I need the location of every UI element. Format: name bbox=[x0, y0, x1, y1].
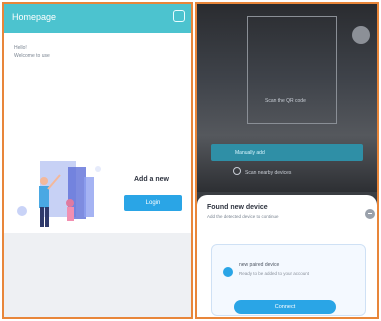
scan-nearby-icon bbox=[233, 167, 241, 175]
scan-frame bbox=[247, 16, 337, 124]
info-line-2: Welcome to use bbox=[14, 53, 50, 59]
scan-nearby-label[interactable]: Scan nearby devices bbox=[245, 170, 291, 176]
settings-icon[interactable] bbox=[173, 10, 185, 22]
close-icon[interactable] bbox=[365, 209, 375, 219]
sheet-subtitle: Add the detected device to continue bbox=[207, 214, 279, 219]
camera-view: Scan the QR code bbox=[197, 4, 377, 192]
illustration-icon bbox=[17, 161, 101, 227]
info-area: Hello! Welcome to use bbox=[4, 33, 191, 153]
login-button[interactable]: Login bbox=[124, 195, 182, 211]
device-description: Ready to be added to your account bbox=[239, 271, 310, 276]
sheet-title: Found new device bbox=[207, 204, 268, 211]
scan-label: Scan the QR code bbox=[265, 98, 306, 104]
scan-screen: Scan the QR code Manually add Scan nearb… bbox=[195, 2, 379, 319]
manual-add-label: Manually add bbox=[235, 150, 265, 156]
homepage-screen: Homepage Hello! Welcome to use Add a new… bbox=[2, 2, 193, 319]
device-name: new paired device bbox=[239, 262, 280, 268]
device-icon bbox=[223, 267, 233, 277]
flashlight-icon[interactable] bbox=[352, 26, 370, 44]
add-device-title: Add a new bbox=[134, 176, 170, 183]
info-line-1: Hello! bbox=[14, 45, 27, 51]
screenshot: Homepage Hello! Welcome to use Add a new… bbox=[0, 0, 381, 321]
header-bar: Homepage bbox=[4, 4, 191, 33]
manual-add-button[interactable] bbox=[211, 144, 363, 161]
connect-button[interactable]: Connect bbox=[234, 300, 336, 314]
page-title: Homepage bbox=[12, 12, 57, 22]
